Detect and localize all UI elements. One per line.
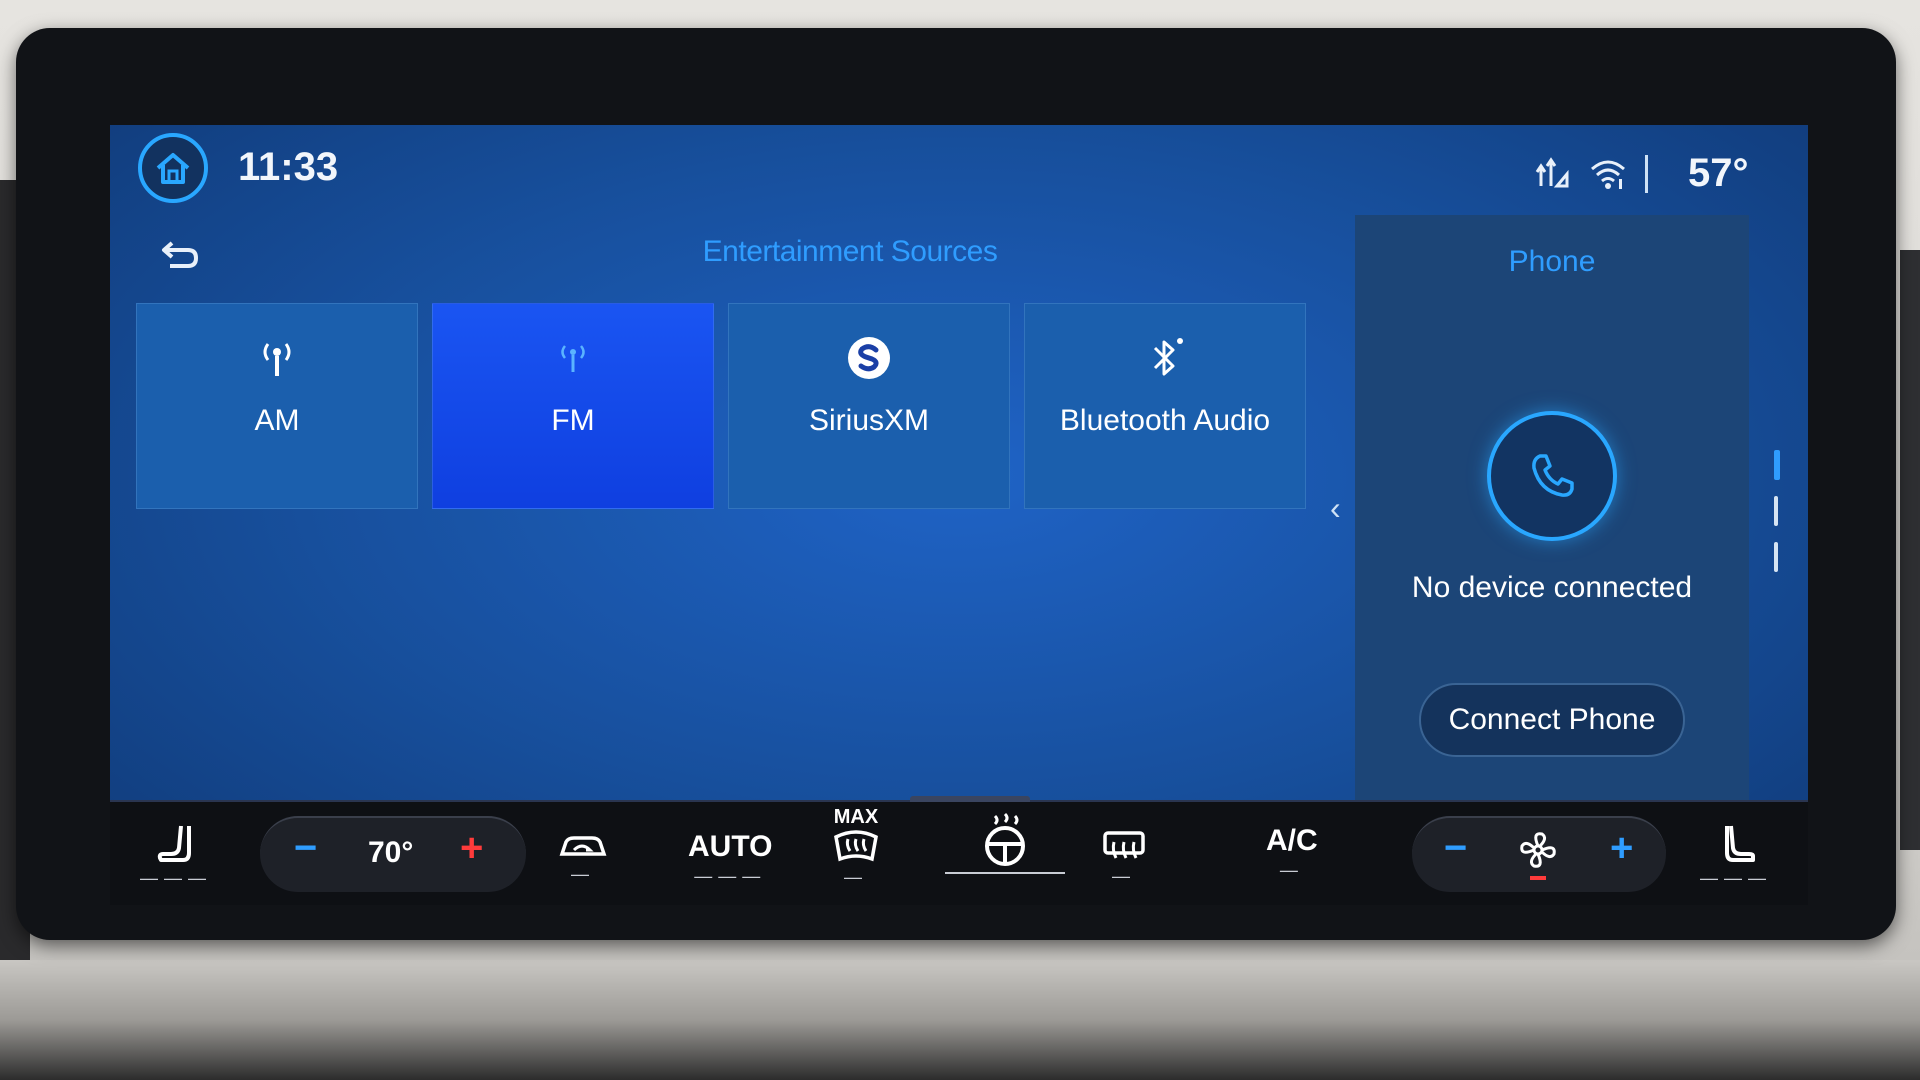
- rear-defrost-button[interactable]: —: [1102, 830, 1146, 887]
- temp-down-button[interactable]: −: [294, 826, 317, 871]
- ac-label: A/C: [1266, 824, 1318, 857]
- temperature-control: − 70° +: [260, 816, 526, 892]
- source-label: FM: [551, 404, 595, 437]
- source-tile-am[interactable]: AM: [136, 303, 418, 509]
- source-label: Bluetooth Audio: [1059, 404, 1271, 437]
- wifi-icon: [1591, 160, 1625, 189]
- am-antenna-icon: [263, 343, 291, 376]
- auto-label: AUTO: [688, 830, 773, 863]
- source-tile-fm[interactable]: FM: [432, 303, 714, 509]
- back-arrow-icon: [162, 241, 199, 268]
- max-defrost-icon: [834, 830, 878, 862]
- back-button[interactable]: [158, 237, 202, 273]
- rear-defrost-icon: [1103, 831, 1145, 859]
- signal-icon: [1535, 156, 1569, 187]
- fan-speed-level: [1530, 876, 1546, 880]
- fan-speed-display: [1516, 828, 1560, 880]
- auto-climate-button[interactable]: AUTO ———: [688, 830, 772, 887]
- climate-tab-notch: [910, 796, 1030, 802]
- driver-seat-button[interactable]: ———: [140, 820, 212, 889]
- ac-button[interactable]: A/C —: [1266, 824, 1318, 881]
- home-button[interactable]: [138, 133, 208, 203]
- fan-down-button[interactable]: −: [1444, 826, 1467, 871]
- infotainment-screen: 11:33 57° Entertainment Sources AM FM Si…: [110, 125, 1808, 905]
- clock: 11:33: [238, 145, 339, 189]
- page-indicator: [1774, 450, 1780, 588]
- phone-icon: [1532, 454, 1574, 497]
- passenger-seat-button[interactable]: ———: [1700, 820, 1772, 889]
- temp-up-button[interactable]: +: [460, 826, 483, 871]
- status-icons: 57°: [1535, 151, 1749, 196]
- source-tile-bluetooth-audio[interactable]: Bluetooth Audio: [1024, 303, 1306, 509]
- section-title: Entertainment Sources: [702, 235, 998, 268]
- connect-phone-button[interactable]: Connect Phone: [1419, 683, 1685, 757]
- source-tile-siriusxm[interactable]: SiriusXM: [728, 303, 1010, 509]
- fan-icon: [1520, 832, 1556, 868]
- source-label: AM: [254, 404, 300, 437]
- status-divider: [1645, 154, 1648, 193]
- heated-steering-underline: [945, 872, 1065, 874]
- max-defrost-button[interactable]: MAX —: [832, 806, 880, 888]
- siriusxm-icon: [848, 337, 890, 379]
- passenger-seat-icon: [1725, 825, 1755, 862]
- phone-status: No device connected: [1411, 571, 1693, 604]
- home-icon: [156, 153, 190, 184]
- driver-temperature: 70°: [368, 836, 414, 869]
- panel-collapse-chevron[interactable]: ‹: [1330, 490, 1341, 527]
- fan-up-button[interactable]: +: [1610, 826, 1633, 871]
- outside-temperature: 57°: [1688, 151, 1749, 195]
- phone-button[interactable]: [1487, 411, 1617, 541]
- heated-steering-icon: [985, 812, 1025, 866]
- climate-bar: ——— − 70° + — AUTO ——— MAX — — A/C — − +…: [110, 796, 1808, 905]
- source-tiles: AM FM SiriusXM Bluetooth Audio: [136, 303, 1306, 509]
- phone-title: Phone: [1508, 245, 1596, 278]
- fan-speed-control: − +: [1412, 816, 1666, 892]
- driver-seat-icon: [157, 825, 191, 862]
- fm-antenna-icon: [561, 345, 585, 372]
- recirculation-button[interactable]: —: [558, 830, 608, 885]
- bluetooth-icon: [1153, 338, 1183, 376]
- heated-steering-button[interactable]: [945, 812, 1065, 874]
- source-label: SiriusXM: [808, 404, 929, 437]
- max-label: MAX: [833, 806, 879, 828]
- dashboard-surface: [0, 960, 1920, 1080]
- dashboard-trim-right: [1900, 250, 1920, 850]
- recirculation-icon: [559, 836, 607, 856]
